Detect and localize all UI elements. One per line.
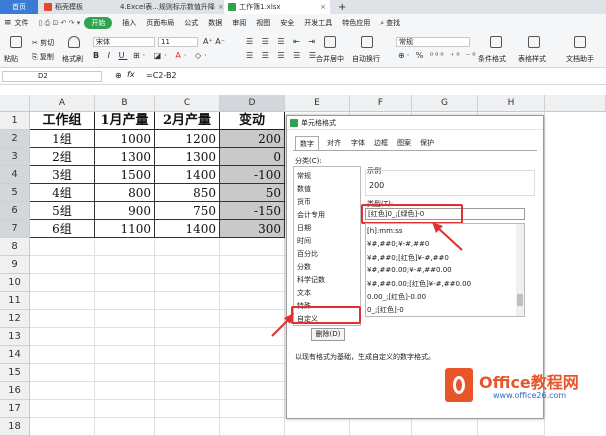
- row-header-18[interactable]: 18: [0, 418, 30, 436]
- grid-cell[interactable]: [155, 418, 220, 436]
- watermark-url: www.office26.com: [493, 391, 567, 400]
- annotation-arrows: [271, 222, 463, 337]
- office-logo: [445, 368, 473, 402]
- grid-cell[interactable]: [220, 418, 285, 436]
- grid-cell[interactable]: [350, 418, 412, 436]
- arrow-to-custom: [271, 313, 294, 337]
- office-logo-mark: [453, 376, 465, 394]
- grid-cell[interactable]: [412, 418, 478, 436]
- grid-cell[interactable]: [285, 418, 350, 436]
- watermark: Office教程网 www.office26.com: [441, 364, 606, 414]
- grid-cell[interactable]: [30, 418, 95, 436]
- arrow-to-type: [432, 222, 463, 251]
- grid-cell[interactable]: [95, 418, 155, 436]
- grid-cell[interactable]: [478, 418, 545, 436]
- watermark-brand: Office教程网: [479, 373, 579, 392]
